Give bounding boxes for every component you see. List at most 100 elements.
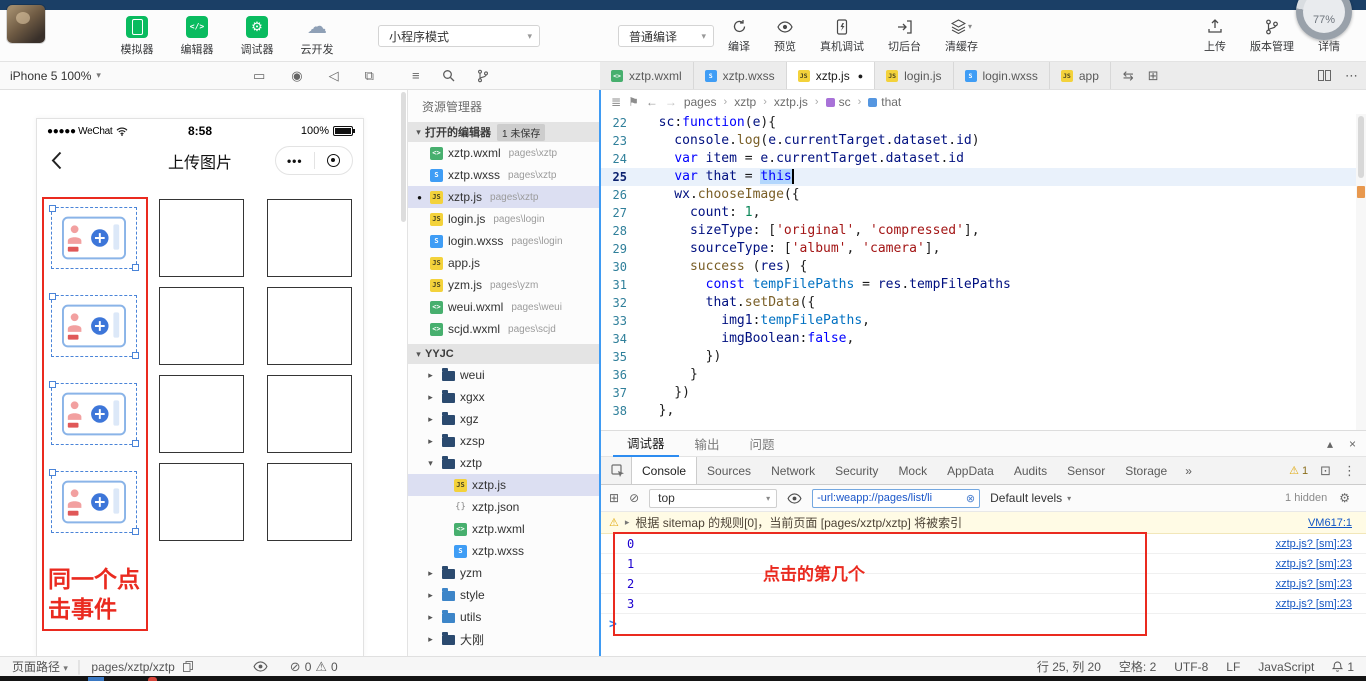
devtools-menu-icon[interactable]: ⋮ [1343,463,1356,479]
collapse-panel-icon[interactable]: ▴ [1327,437,1333,451]
problems-indicator[interactable]: ⊘ 0 ⚠ 0 [290,659,338,675]
tab-xztp.wxss[interactable]: Sxztp.wxss [693,62,787,89]
language-mode[interactable]: JavaScript [1258,660,1314,674]
code-line-22[interactable]: 22 sc:function(e){ [601,114,1356,132]
log-source-link[interactable]: xztp.js? [sm]:23 [1276,578,1352,590]
code-line-33[interactable]: 33 img1:tempFilePaths, [601,312,1356,330]
code-line-31[interactable]: 31 const tempFilePaths = res.tempFilePat… [601,276,1356,294]
navigate-back-icon[interactable]: ← [646,95,658,109]
scrollbar-thumb[interactable] [1358,116,1364,178]
console-filter-input[interactable]: -url:weapp://pages/list/li ⊗ [812,488,981,508]
toolbar-cloud-button[interactable]: 云开发 [296,10,338,62]
toolbar-compile-button[interactable]: 编译 [728,10,750,62]
panel-resize-handle[interactable] [599,90,601,656]
breadcrumb-item-sc[interactable]: sc [825,95,851,109]
collapse-explorer-icon[interactable]: ≡ [412,68,420,83]
empty-upload-box[interactable] [159,287,244,365]
tree-item-utils[interactable]: ▸ utils [408,606,600,628]
cursor-position[interactable]: 行 25, 列 20 [1037,658,1101,675]
devtools-tab-Sensor[interactable]: Sensor [1057,457,1115,484]
os-taskbar[interactable] [0,676,1366,681]
compare-editors-icon[interactable]: ⇆ [1123,68,1134,84]
panel-tab-输出[interactable]: 输出 [681,431,734,457]
empty-upload-box[interactable] [159,375,244,453]
clear-filter-icon[interactable]: ⊗ [966,492,975,505]
empty-upload-box[interactable] [159,199,244,277]
code-line-23[interactable]: 23 console.log(e.currentTarget.dataset.i… [601,132,1356,150]
open-file-weui.wxml[interactable]: <> weui.wxml pages\weui [408,296,600,318]
dock-side-icon[interactable]: ⊡ [1320,463,1331,479]
log-source-link[interactable]: xztp.js? [sm]:23 [1276,538,1352,550]
capsule-close-button[interactable] [315,154,353,167]
open-file-xztp.wxss[interactable]: Sxztp.wxss pages\xztp [408,164,600,186]
log-source-link[interactable]: xztp.js? [sm]:23 [1276,598,1352,610]
open-file-login.js[interactable]: JS login.js pages\login [408,208,600,230]
toolbar-editor-button[interactable]: 编辑器 [176,10,218,62]
devtools-tab-Storage[interactable]: Storage [1115,457,1177,484]
breadcrumb-item-xztp.js[interactable]: xztp.js [774,95,808,109]
toolbar-clear-cache-button[interactable]: ▾ 清缓存 [945,10,978,62]
toolbar-preview-button[interactable]: 预览 [774,10,796,62]
log-source-link[interactable]: xztp.js? [sm]:23 [1276,558,1352,570]
empty-upload-box[interactable] [267,287,352,365]
indentation-setting[interactable]: 空格: 2 [1119,658,1156,675]
console-settings-icon[interactable]: ⚙ [1339,491,1350,505]
tab-xztp.wxml[interactable]: <> xztp.wxml [600,62,694,89]
navigate-forward-icon[interactable]: → [665,95,677,109]
open-file-scjd.wxml[interactable]: <> scjd.wxml pages\scjd [408,318,600,340]
tree-item-xztp.wxss[interactable]: Sxztp.wxss [408,540,600,562]
empty-upload-box[interactable] [267,463,352,541]
code-line-27[interactable]: 27 count: 1, [601,204,1356,222]
eol-setting[interactable]: LF [1226,660,1240,674]
code-line-29[interactable]: 29 sourceType: ['album', 'camera'], [601,240,1356,258]
more-actions-icon[interactable]: ⋯ [1345,68,1358,84]
expand-warning-icon[interactable]: ▸ [625,517,630,528]
capsule-more-button[interactable]: ••• [276,154,314,168]
scm-icon[interactable] [477,69,489,83]
code-line-30[interactable]: 30 success (res) { [601,258,1356,276]
tree-item-yzm[interactable]: ▸ yzm [408,562,600,584]
warning-source-link[interactable]: VM617:1 [1308,517,1358,529]
device-select[interactable]: iPhone 5 100% ▾ [10,62,101,89]
editor-scrollbar[interactable] [1356,114,1366,430]
tree-item-xztp.js[interactable]: JS xztp.js [408,474,600,496]
warning-count-badge[interactable]: ⚠ 1 [1289,464,1308,478]
open-file-app.js[interactable]: JS app.js [408,252,600,274]
tree-item-weui[interactable]: ▸ weui [408,364,600,386]
copy-path-icon[interactable] [182,661,193,672]
page-path-select[interactable]: 页面路径 ▾ [12,658,68,675]
code-line-32[interactable]: 32 that.setData({ [601,294,1356,312]
pin-editor-icon[interactable]: ⊞ [1148,68,1159,84]
tab-app[interactable]: JS app [1049,62,1111,89]
tree-item-xztp[interactable]: ▾ xztp [408,452,600,474]
taskbar-app-icon[interactable] [88,677,104,681]
breadcrumb-item-that[interactable]: that [868,95,901,109]
mode-select[interactable]: 小程序模式 ▾ [378,25,540,47]
devtools-tab-Mock[interactable]: Mock [888,457,937,484]
empty-upload-box[interactable] [159,463,244,541]
toolbar-version-button[interactable]: 版本管理 [1250,10,1294,62]
empty-upload-box[interactable] [267,375,352,453]
code-line-25[interactable]: 25 var that = this [601,168,1356,186]
toolbar-debugger-button[interactable]: 调试器 [236,10,278,62]
empty-upload-box[interactable] [267,199,352,277]
user-avatar[interactable] [7,5,45,43]
open-file-xztp.wxml[interactable]: <> xztp.wxml pages\xztp [408,142,600,164]
code-line-34[interactable]: 34 imgBoolean:false, [601,330,1356,348]
toolbar-upload-button[interactable]: 上传 [1204,10,1226,62]
tree-item-大刚[interactable]: ▸ 大刚 [408,628,600,650]
tree-item-xgxx[interactable]: ▸ xgxx [408,386,600,408]
device-icon[interactable]: ▭ [253,68,265,84]
context-select[interactable]: top ▾ [649,488,778,508]
clear-console-icon[interactable]: ⊘ [629,491,639,505]
tab-xztp.js[interactable]: JS xztp.js ● [786,62,876,89]
devtools-tab-Sources[interactable]: Sources [697,457,761,484]
sound-icon[interactable]: ◁ [329,68,339,84]
code-line-37[interactable]: 37 }) [601,384,1356,402]
taskbar-app-icon[interactable] [148,677,157,681]
open-file-yzm.js[interactable]: JS yzm.js pages\yzm [408,274,600,296]
tree-item-xztp.wxml[interactable]: <> xztp.wxml [408,518,600,540]
float-window-icon[interactable]: ⧉ [365,68,374,84]
project-section-header[interactable]: ▾ YYJC [408,344,600,364]
breadcrumb-item-pages[interactable]: pages [684,95,717,109]
